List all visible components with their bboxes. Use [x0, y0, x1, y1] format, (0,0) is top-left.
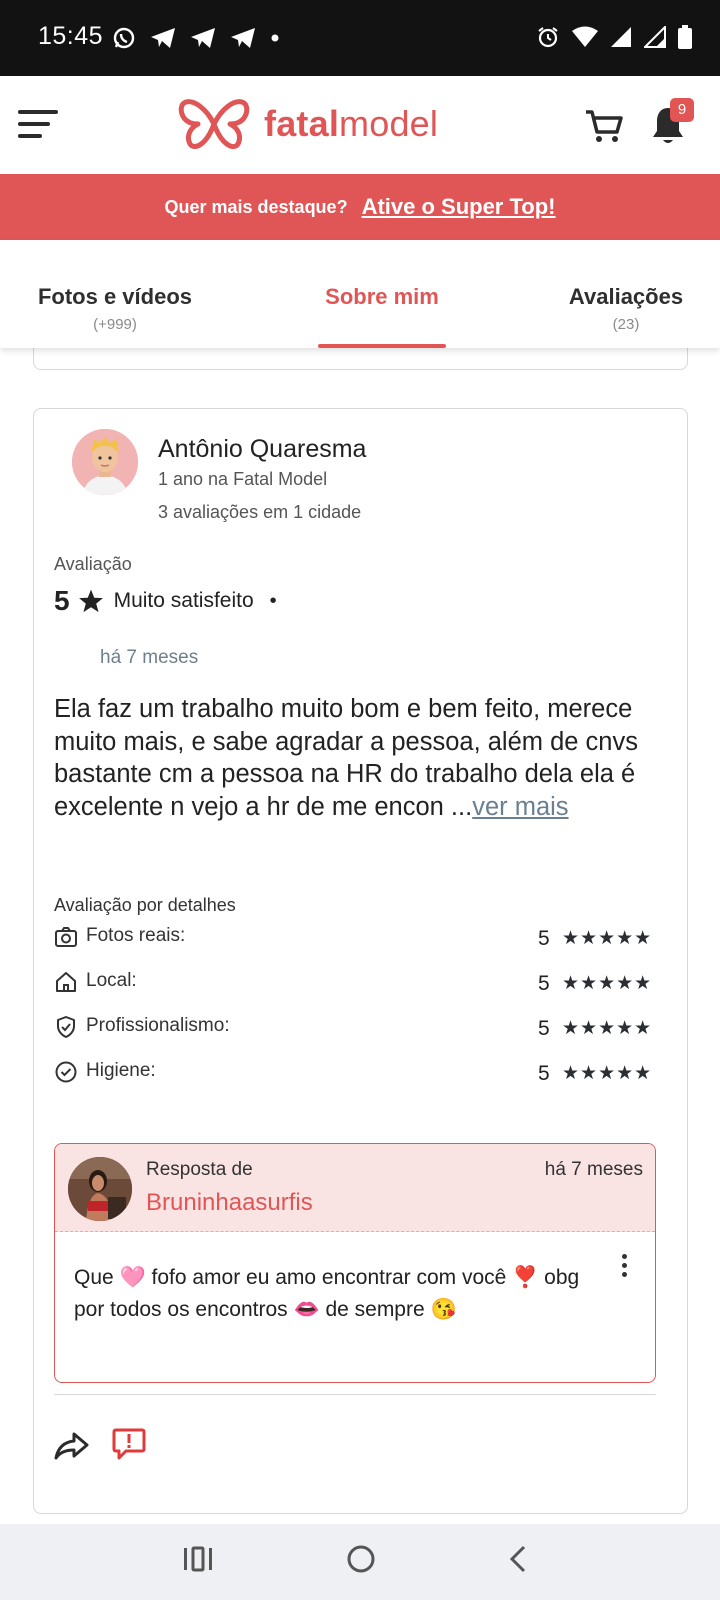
recent-apps-button[interactable] [183, 1546, 213, 1572]
detail-label: Local: [86, 970, 137, 991]
review-date: há 7 meses [100, 647, 199, 668]
menu-button[interactable] [18, 108, 60, 140]
reply-text: Que 🩷 fofo amor eu amo encontrar com voc… [74, 1266, 580, 1321]
whatsapp-icon [113, 27, 135, 49]
detail-row-hygiene: Higiene: 5 ★★★★★ [54, 1060, 658, 1090]
cart-icon [586, 110, 623, 142]
tab-label: Avaliações [568, 284, 684, 309]
shield-check-icon [57, 1016, 75, 1038]
home-button[interactable] [346, 1544, 376, 1574]
reply-header: Resposta de Bruninhaasurfis há 7 meses [55, 1144, 655, 1232]
tab-count: (+999) [93, 316, 137, 333]
active-tab-indicator [318, 344, 446, 348]
app-header: fatalmodel 9 [0, 76, 720, 174]
telegram-icon [191, 28, 215, 48]
detail-row-photos: Fotos reais: 5 ★★★★★ [54, 925, 658, 955]
tab-label: Sobre mim [325, 284, 439, 309]
battery-icon [678, 25, 692, 49]
detail-row-professionalism: Profissionalismo: 5 ★★★★★ [54, 1015, 658, 1045]
reply-label: Resposta de [146, 1159, 253, 1180]
details-title: Avaliação por detalhes [54, 895, 236, 915]
share-button[interactable] [54, 1431, 90, 1461]
reply-more-options-button[interactable] [619, 1254, 629, 1280]
detail-score: 5 [538, 1062, 550, 1085]
detail-score: 5 [538, 1017, 550, 1040]
detail-stars: ★★★★★ [562, 928, 653, 949]
detail-score: 5 [538, 972, 550, 995]
telegram-icon [151, 28, 175, 48]
profile-tabs: Fotos e vídeos (+999) Sobre mim Avaliaçõ… [0, 240, 720, 348]
tab-reviews[interactable]: Avaliações (23) [562, 284, 690, 333]
status-bar: 15:45 [0, 0, 720, 76]
cart-button[interactable] [584, 106, 624, 146]
rating-separator: • [269, 589, 277, 612]
recent-apps-icon [184, 1546, 212, 1572]
rating-label: Avaliação [54, 554, 132, 574]
status-system-icons [536, 22, 692, 52]
detail-stars: ★★★★★ [562, 973, 653, 994]
owner-reply: Resposta de Bruninhaasurfis há 7 meses Q… [54, 1143, 656, 1383]
reviewer-avatar [72, 429, 138, 495]
report-icon [112, 1428, 146, 1460]
review-card: Antônio Quaresma 1 ano na Fatal Model 3 … [33, 408, 688, 1514]
see-more-link[interactable]: ver mais [472, 793, 568, 821]
chevron-left-icon [509, 1545, 526, 1573]
camera-icon [55, 927, 77, 947]
back-button[interactable] [508, 1544, 528, 1574]
detail-label: Profissionalismo: [86, 1015, 230, 1036]
more-notifications-icon [271, 34, 279, 42]
fatal-model-logo[interactable]: fatalmodel [178, 98, 438, 150]
notification-badge: 9 [670, 98, 694, 122]
review-text: Ela faz um trabalho muito bom e bem feit… [54, 693, 674, 823]
promo-banner: Quer mais destaque? Ative o Super Top! [0, 174, 720, 240]
detail-row-location: Local: 5 ★★★★★ [54, 970, 658, 1000]
alarm-icon [538, 27, 558, 48]
reply-author-name[interactable]: Bruninhaasurfis [146, 1189, 313, 1217]
tab-count: (23) [612, 316, 640, 333]
reply-date: há 7 meses [544, 1159, 643, 1180]
detail-score: 5 [538, 927, 550, 950]
tab-label: Fotos e vídeos [37, 284, 193, 309]
profile-photo-icon [68, 1157, 132, 1221]
system-navigation-bar [0, 1524, 720, 1600]
star-icon [78, 589, 103, 613]
rating-score: 5 [54, 585, 70, 616]
home-circle-icon [347, 1545, 375, 1573]
check-circle-icon [55, 1061, 77, 1083]
tab-photos-videos[interactable]: Fotos e vídeos (+999) [32, 284, 198, 333]
reviewer-name[interactable]: Antônio Quaresma [158, 435, 366, 464]
share-arrow-icon [54, 1432, 89, 1460]
reviewer-membership: 1 ano na Fatal Model [158, 469, 328, 489]
status-notification-icons [112, 24, 280, 52]
promo-text: Quer mais destaque? [164, 196, 348, 217]
report-button[interactable] [112, 1427, 146, 1461]
detail-stars: ★★★★★ [562, 1018, 653, 1039]
reply-author-avatar[interactable] [68, 1157, 132, 1221]
butterfly-logo-icon [178, 99, 250, 149]
tab-about-me[interactable]: Sobre mim [306, 284, 458, 310]
signal-icon [611, 27, 631, 47]
detail-label: Fotos reais: [86, 925, 186, 946]
detail-label: Higiene: [86, 1060, 156, 1081]
signal-icon [644, 26, 666, 48]
reviewer-review-count: 3 avaliações em 1 cidade [158, 502, 362, 522]
rating-text: Muito satisfeito [113, 589, 254, 612]
home-icon [56, 972, 76, 992]
logo-wordmark: fatalmodel [264, 103, 439, 144]
status-time: 15:45 [38, 22, 104, 50]
detail-stars: ★★★★★ [562, 1063, 653, 1084]
card-divider [54, 1394, 656, 1395]
rating-summary: 5 Muito satisfeito • [54, 585, 277, 617]
male-avatar-icon [72, 429, 138, 495]
super-top-link[interactable]: Ative o Super Top! [362, 194, 556, 220]
wifi-icon [572, 26, 598, 47]
telegram-icon [231, 28, 255, 48]
